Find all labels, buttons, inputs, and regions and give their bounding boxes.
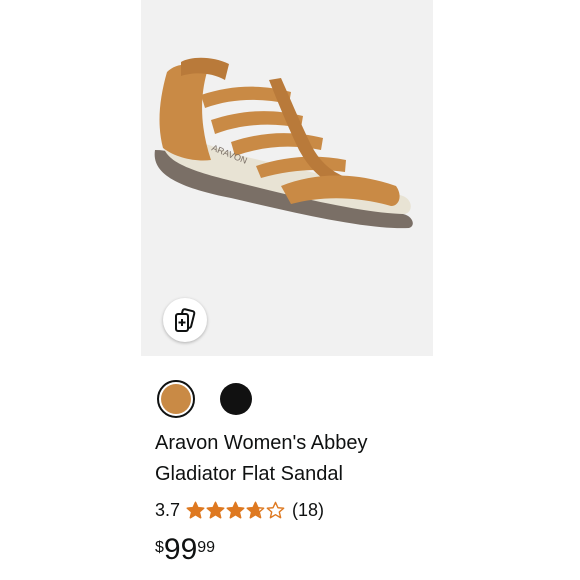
price-symbol: $ <box>155 539 164 556</box>
product-image-sandal[interactable]: ARAVON <box>141 0 433 290</box>
swatch-black[interactable] <box>220 383 252 415</box>
review-count-link[interactable]: (18) <box>292 500 324 521</box>
swatch-tan[interactable] <box>157 380 195 418</box>
star-icon <box>206 501 225 518</box>
star-icon <box>226 501 245 518</box>
compare-button[interactable] <box>163 298 207 342</box>
product-image-area[interactable]: ARAVON <box>141 0 433 356</box>
compare-cards-plus-icon <box>175 308 196 332</box>
product-title[interactable]: Aravon Women's Abbey Gladiator Flat Sand… <box>155 428 425 490</box>
price-fraction: 99 <box>197 539 216 556</box>
color-swatches <box>157 378 252 420</box>
star-icon <box>246 501 265 518</box>
price-whole: 99 <box>163 533 198 566</box>
star-icon <box>186 501 205 518</box>
price: $ 99 99 <box>155 535 215 565</box>
rating-row: 3.7 (18) <box>155 497 324 523</box>
rating-value: 3.7 <box>155 499 181 520</box>
star-rating[interactable] <box>186 501 286 520</box>
star-icon <box>266 501 285 518</box>
product-card[interactable]: ARAVON Aravon Women's Abbey Gladiator Fl… <box>141 0 433 580</box>
swatch-tan-color <box>161 384 191 414</box>
